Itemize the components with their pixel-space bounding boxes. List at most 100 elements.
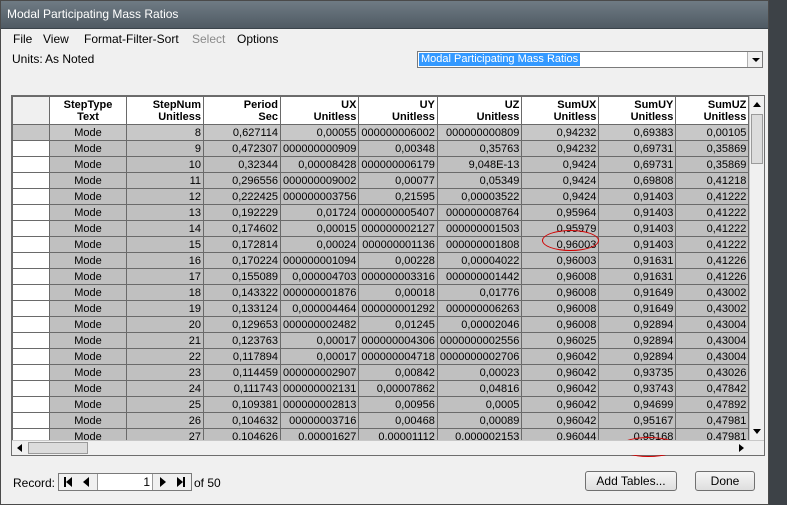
grid-cell[interactable]: 0000000002706 (436, 348, 523, 365)
grid-cell[interactable]: 000000002131 (279, 380, 360, 397)
grid-cell[interactable]: 20 (126, 316, 204, 333)
grid-cell[interactable]: Mode (49, 412, 127, 429)
grid-cell[interactable]: 0,91403 (598, 236, 677, 253)
grid-cell[interactable]: 0,00007862 (358, 380, 438, 397)
grid-cell[interactable]: 0,00003522 (436, 188, 523, 205)
grid-cell[interactable]: 0,96042 (521, 396, 600, 413)
row-selector[interactable] (12, 124, 50, 141)
grid-cell[interactable]: 16 (126, 252, 204, 269)
grid-cell[interactable]: 0,114459 (203, 364, 281, 381)
grid-cell[interactable]: 000000001876 (279, 284, 360, 301)
grid-cell[interactable]: 0,627114 (203, 124, 281, 141)
row-selector[interactable] (12, 396, 50, 413)
grid-cell[interactable]: Mode (49, 156, 127, 173)
row-selector[interactable] (12, 156, 50, 173)
grid-cell[interactable]: Mode (49, 268, 127, 285)
row-selector[interactable] (12, 348, 50, 365)
table-row[interactable]: Mode 11 0,296556 000000009002 0,00077 0,05349… (12, 172, 750, 189)
table-row[interactable]: Mode 12 0,222425 000000003756 0,21595 0,00003… (12, 188, 750, 205)
done-button[interactable]: Done (695, 471, 755, 491)
grid-cell[interactable]: 0,91649 (598, 300, 677, 317)
grid-cell[interactable]: 0,109381 (203, 396, 281, 413)
row-selector[interactable] (12, 316, 50, 333)
grid-cell[interactable]: 0,172814 (203, 236, 281, 253)
grid-cell[interactable]: 26 (126, 412, 204, 429)
grid-cell[interactable]: 0,00004022 (436, 252, 523, 269)
grid-cell[interactable]: 0,47842 (675, 380, 750, 397)
grid-cell[interactable]: 000000006179 (358, 156, 438, 173)
table-row[interactable]: Mode 15 0,172814 0,00024 000000001136 0000000… (12, 236, 750, 253)
table-row[interactable]: Mode 26 0,104632 00000003716 0,00468 0,00089 0… (12, 412, 750, 429)
grid-cell[interactable]: Mode (49, 172, 127, 189)
row-selector[interactable] (12, 412, 50, 429)
grid-cell[interactable]: 0,91403 (598, 188, 677, 205)
grid-cell[interactable]: 0,91631 (598, 252, 677, 269)
grid-cell[interactable]: 0,94699 (598, 396, 677, 413)
grid-cell[interactable]: Mode (49, 252, 127, 269)
grid-cell[interactable]: 0,01776 (436, 284, 523, 301)
column-header[interactable]: Period Sec (203, 96, 281, 125)
column-header[interactable]: SumUX Unitless (521, 96, 600, 125)
grid-cell[interactable]: 000000002813 (279, 396, 360, 413)
grid-cell[interactable]: 0,41226 (675, 252, 750, 269)
grid-cell[interactable]: 0,00842 (358, 364, 438, 381)
grid-cell[interactable]: Mode (49, 396, 127, 413)
row-selector[interactable] (12, 236, 50, 253)
table-row[interactable]: Mode 16 0,170224 000000001094 0,00228 0,00004… (12, 252, 750, 269)
grid-cell[interactable]: 0,91403 (598, 220, 677, 237)
grid-cell[interactable]: Mode (49, 364, 127, 381)
grid-cell[interactable]: 000000003756 (279, 188, 360, 205)
grid-cell[interactable]: Mode (49, 140, 127, 157)
column-header[interactable]: StepNum Unitless (126, 96, 204, 125)
grid-cell[interactable]: Mode (49, 236, 127, 253)
grid-cell[interactable]: 0,00105 (675, 124, 750, 141)
vertical-scrollbar[interactable] (749, 96, 764, 440)
grid-cell[interactable]: 0,69731 (598, 156, 677, 173)
table-row[interactable]: Mode 20 0,129653 000000002482 0,01245 0,00002… (12, 316, 750, 333)
grid-cell[interactable]: Mode (49, 124, 127, 141)
grid-cell[interactable]: 000000001292 (358, 300, 438, 317)
grid-cell[interactable]: 0,96008 (521, 268, 600, 285)
grid-cell[interactable]: 0,95964 (521, 204, 600, 221)
grid-cell[interactable]: 0,04816 (436, 380, 523, 397)
grid-cell[interactable]: 0,43004 (675, 348, 750, 365)
grid-cell[interactable]: 0,129653 (203, 316, 281, 333)
grid-cell[interactable]: 0,00018 (358, 284, 438, 301)
grid-cell[interactable]: 18 (126, 284, 204, 301)
grid-cell[interactable]: 0,96008 (521, 316, 600, 333)
grid-cell[interactable]: Mode (49, 204, 127, 221)
chevron-down-icon[interactable] (747, 52, 762, 67)
grid-cell[interactable]: 0,222425 (203, 188, 281, 205)
table-row[interactable]: Mode 19 0,133124 0,000004464 000000001292 000… (12, 300, 750, 317)
grid-cell[interactable]: Mode (49, 284, 127, 301)
grid-cell[interactable]: 0,69383 (598, 124, 677, 141)
grid-cell[interactable]: 17 (126, 268, 204, 285)
grid-cell[interactable]: 000000000909 (279, 140, 360, 157)
grid-cell[interactable]: 0,00002046 (436, 316, 523, 333)
grid-cell[interactable]: 0,41222 (675, 220, 750, 237)
grid-cell[interactable]: 00000003716 (279, 412, 360, 429)
grid-cell[interactable]: 0,96025 (521, 332, 600, 349)
row-selector[interactable] (12, 364, 50, 381)
grid-cell[interactable]: 0,111743 (203, 380, 281, 397)
grid-cell[interactable]: 0,43002 (675, 300, 750, 317)
grid-cell[interactable]: 0,00956 (358, 396, 438, 413)
table-select-dropdown[interactable]: Modal Participating Mass Ratios (417, 51, 763, 68)
row-selector[interactable] (12, 332, 50, 349)
grid-cell[interactable]: 0,47892 (675, 396, 750, 413)
grid-cell[interactable]: 0,41222 (675, 188, 750, 205)
grid-cell[interactable]: 0,41226 (675, 268, 750, 285)
column-header[interactable]: StepType Text (49, 96, 127, 125)
grid-cell[interactable]: 0,93735 (598, 364, 677, 381)
grid-cell[interactable]: 000000008764 (436, 204, 523, 221)
grid-cell[interactable]: 0,01245 (358, 316, 438, 333)
table-row[interactable]: Mode 23 0,114459 000000002907 0,00842 0,00023… (12, 364, 750, 381)
row-selector[interactable] (12, 268, 50, 285)
column-header[interactable]: SumUY Unitless (598, 96, 677, 125)
grid-cell[interactable]: 0,92894 (598, 332, 677, 349)
table-row[interactable]: Mode 8 0,627114 0,00055 000000006002 00000000… (12, 124, 750, 141)
grid-cell[interactable]: 15 (126, 236, 204, 253)
grid-cell[interactable]: 0,91631 (598, 268, 677, 285)
grid-cell[interactable]: 0,35869 (675, 156, 750, 173)
grid-cell[interactable]: 0,94232 (521, 140, 600, 157)
